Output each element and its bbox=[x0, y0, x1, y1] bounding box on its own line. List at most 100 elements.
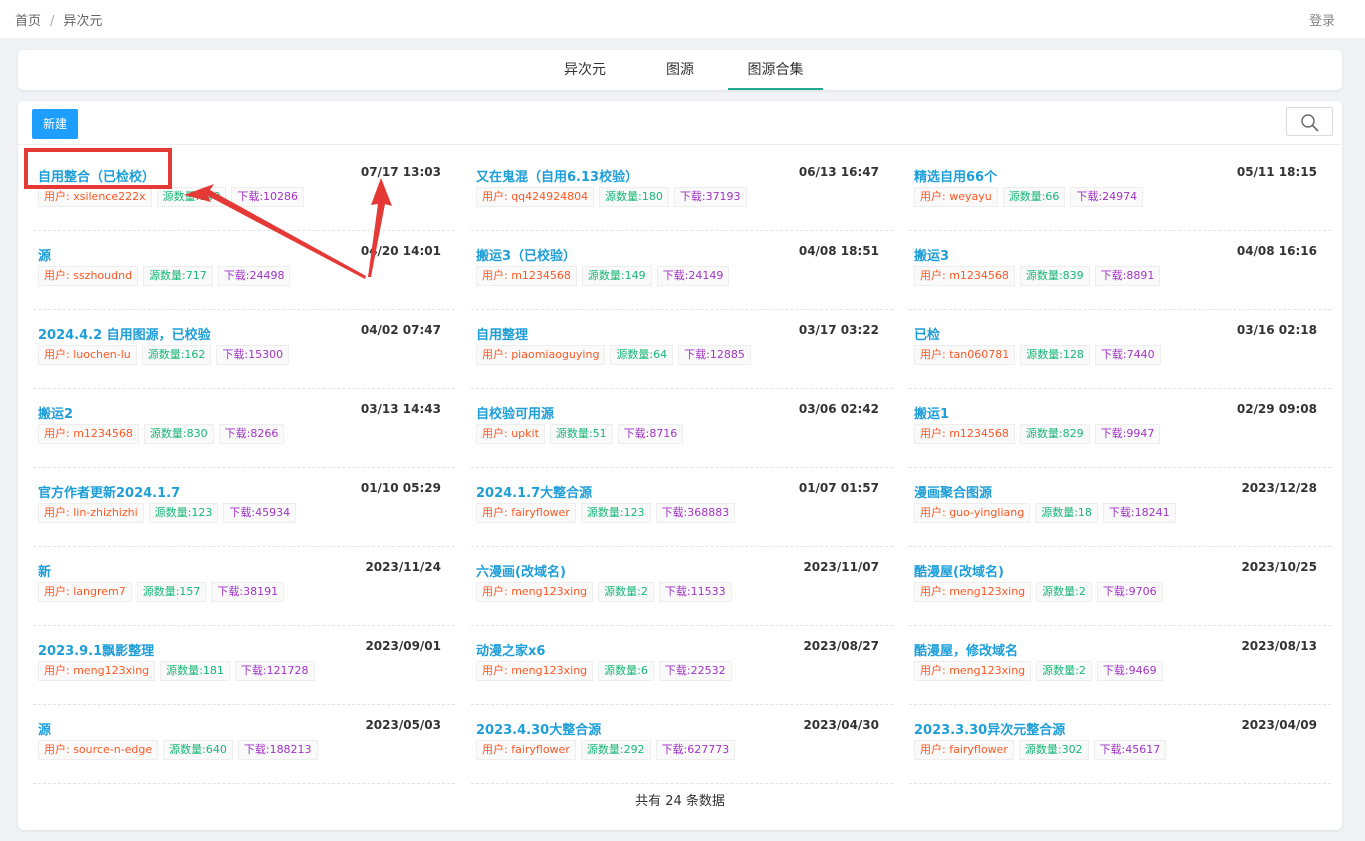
download-count-tag: 下载:8716 bbox=[617, 424, 684, 444]
divider bbox=[18, 144, 1342, 145]
item-tags: 用户: meng123xing 源数量:181 下载:121728 bbox=[38, 661, 315, 681]
source-count-tag: 源数量:157 bbox=[136, 582, 207, 602]
item-title-link[interactable]: 源 bbox=[38, 719, 51, 738]
item-title-link[interactable]: 酷漫屋，修改域名 bbox=[914, 640, 1018, 659]
user-tag: 用户: fairyflower bbox=[476, 740, 576, 760]
item-title-link[interactable]: 2024.4.2 自用图源，已校验 bbox=[38, 324, 211, 343]
collection-panel: 新建 自用整合（已检校） 07/17 13:03 用户: xsilence222x 源… bbox=[18, 101, 1342, 830]
download-count-tag: 下载:24974 bbox=[1070, 187, 1144, 207]
item-tags: 用户: m1234568 源数量:830 下载:8266 bbox=[38, 424, 285, 444]
download-count-tag: 下载:24498 bbox=[217, 266, 291, 286]
item-time: 02/29 09:08 bbox=[1236, 402, 1317, 416]
list-item: 自用整合（已检校） 07/17 13:03 用户: xsilence222x 源数量:… bbox=[33, 152, 455, 231]
download-count-tag: 下载:24149 bbox=[656, 266, 730, 286]
download-count-tag: 下载:9469 bbox=[1096, 661, 1163, 681]
item-title-link[interactable]: 精选自用66个 bbox=[914, 166, 997, 185]
item-title-link[interactable]: 源 bbox=[38, 245, 51, 264]
source-count-tag: 源数量:717 bbox=[143, 266, 213, 286]
user-tag: 用户: piaomiaoguying bbox=[476, 345, 606, 365]
item-time: 2023/09/01 bbox=[365, 639, 441, 653]
source-count-tag: 源数量:64 bbox=[610, 345, 674, 365]
breadcrumb-current: 异次元 bbox=[63, 14, 103, 29]
item-tags: 用户: m1234568 源数量:149 下载:24149 bbox=[476, 266, 730, 286]
item-title-link[interactable]: 新 bbox=[38, 561, 51, 580]
item-title-link[interactable]: 动漫之家x6 bbox=[476, 640, 545, 659]
list-item: 自用整理 03/17 03:22 用户: piaomiaoguying 源数量:64 下… bbox=[471, 310, 893, 389]
download-count-tag: 下载:45617 bbox=[1093, 740, 1167, 760]
item-title-link[interactable]: 漫画聚合图源 bbox=[914, 482, 992, 501]
download-count-tag: 下载:38191 bbox=[211, 582, 285, 602]
list-item: 搬运2 03/13 14:43 用户: m1234568 源数量:830 下载:8266 bbox=[33, 389, 455, 468]
item-time: 03/13 14:43 bbox=[360, 402, 441, 416]
item-title-link[interactable]: 2023.3.30异次元整合源 bbox=[914, 719, 1065, 738]
login-link[interactable]: 登录 bbox=[1309, 10, 1335, 29]
download-count-tag: 下载:8266 bbox=[218, 424, 285, 444]
item-title-link[interactable]: 已检 bbox=[914, 324, 940, 343]
user-tag: 用户: meng123xing bbox=[914, 582, 1032, 602]
download-count-tag: 下载:188213 bbox=[237, 740, 318, 760]
source-count-tag: 源数量:6 bbox=[598, 661, 654, 681]
item-time: 2023/11/24 bbox=[365, 560, 441, 574]
source-count-tag: 源数量:2 bbox=[598, 582, 654, 602]
user-tag: 用户: fairyflower bbox=[914, 740, 1014, 760]
item-tags: 用户: weyayu 源数量:66 下载:24974 bbox=[914, 187, 1144, 207]
list-item: 搬运3（已校验） 04/08 18:51 用户: m1234568 源数量:149 下载… bbox=[471, 231, 893, 310]
source-count-tag: 源数量:149 bbox=[581, 266, 652, 286]
item-time: 2023/08/27 bbox=[803, 639, 879, 653]
item-tags: 用户: tan060781 源数量:128 下载:7440 bbox=[914, 345, 1161, 365]
item-title-link[interactable]: 自用整理 bbox=[476, 324, 528, 343]
item-title-link[interactable]: 搬运2 bbox=[38, 403, 73, 422]
source-count-tag: 源数量:128 bbox=[1020, 345, 1090, 365]
item-time: 04/08 16:16 bbox=[1236, 244, 1317, 258]
search-button[interactable] bbox=[1286, 107, 1333, 136]
item-title-link[interactable]: 官方作者更新2024.1.7 bbox=[38, 482, 180, 501]
list-item: 自校验可用源 03/06 02:42 用户: upkit 源数量:51 下载:8716 bbox=[471, 389, 893, 468]
tab-yiciyuan[interactable]: 异次元 bbox=[553, 50, 617, 90]
user-tag: 用户: m1234568 bbox=[914, 424, 1015, 444]
item-title-link[interactable]: 搬运3（已校验） bbox=[476, 245, 576, 264]
source-count-tag: 源数量:839 bbox=[1019, 266, 1090, 286]
source-count-tag: 源数量:640 bbox=[163, 740, 233, 760]
item-title-link[interactable]: 2023.4.30大整合源 bbox=[476, 719, 601, 738]
item-title-link[interactable]: 又在鬼混（自用6.13校验） bbox=[476, 166, 638, 185]
download-count-tag: 下载:18241 bbox=[1102, 503, 1176, 523]
item-tags: 用户: m1234568 源数量:839 下载:8891 bbox=[914, 266, 1161, 286]
breadcrumb: 首页 / 异次元 bbox=[15, 10, 102, 29]
item-title-link[interactable]: 酷漫屋(改域名) bbox=[914, 561, 1004, 580]
list-item: 又在鬼混（自用6.13校验） 06/13 16:47 用户: qq424924804… bbox=[471, 152, 893, 231]
tab-tuyuan[interactable]: 图源 bbox=[648, 50, 712, 90]
new-button[interactable]: 新建 bbox=[32, 109, 78, 139]
source-count-tag: 源数量:829 bbox=[1019, 424, 1090, 444]
item-title-link[interactable]: 自校验可用源 bbox=[476, 403, 554, 422]
source-count-tag: 源数量:123 bbox=[148, 503, 219, 523]
source-count-tag: 源数量:830 bbox=[143, 424, 214, 444]
item-tags: 用户: meng123xing 源数量:2 下载:9469 bbox=[914, 661, 1163, 681]
list-item: 2023.4.30大整合源 2023/04/30 用户: fairyflower 源数… bbox=[471, 705, 893, 784]
breadcrumb-home[interactable]: 首页 bbox=[15, 14, 41, 29]
item-time: 2023/04/09 bbox=[1241, 718, 1317, 732]
item-title-link[interactable]: 搬运1 bbox=[914, 403, 949, 422]
user-tag: 用户: guo-yingliang bbox=[914, 503, 1031, 523]
list-item: 六漫画(改域名) 2023/11/07 用户: meng123xing 源数量:2 下载… bbox=[471, 547, 893, 626]
item-title-link[interactable]: 六漫画(改域名) bbox=[476, 561, 566, 580]
download-count-tag: 下载:9706 bbox=[1096, 582, 1163, 602]
item-tags: 用户: piaomiaoguying 源数量:64 下载:12885 bbox=[476, 345, 751, 365]
item-title-link[interactable]: 搬运3 bbox=[914, 245, 949, 264]
item-time: 07/17 13:03 bbox=[360, 165, 441, 179]
source-count-tag: 源数量:180 bbox=[599, 187, 669, 207]
item-tags: 用户: xsilence222x 源数量:140 下载:10286 bbox=[38, 187, 305, 207]
search-icon bbox=[1301, 114, 1319, 132]
item-title-link[interactable]: 2023.9.1飘影整理 bbox=[38, 640, 154, 659]
list-item: 漫画聚合图源 2023/12/28 用户: guo-yingliang 源数量:18 下… bbox=[909, 468, 1331, 547]
item-title-link[interactable]: 自用整合（已检校） bbox=[38, 166, 155, 185]
user-tag: 用户: xsilence222x bbox=[38, 187, 152, 207]
item-tags: 用户: qq424924804 源数量:180 下载:37193 bbox=[476, 187, 747, 207]
tab-tuyuan-heji[interactable]: 图源合集 bbox=[728, 50, 823, 90]
item-time: 03/06 02:42 bbox=[798, 402, 879, 416]
source-count-tag: 源数量:181 bbox=[160, 661, 230, 681]
item-time: 04/20 14:01 bbox=[360, 244, 441, 258]
list-item: 新 2023/11/24 用户: langrem7 源数量:157 下载:38191 bbox=[33, 547, 455, 626]
item-tags: 用户: fairyflower 源数量:302 下载:45617 bbox=[914, 740, 1167, 760]
item-tags: 用户: meng123xing 源数量:2 下载:11533 bbox=[476, 582, 732, 602]
item-title-link[interactable]: 2024.1.7大整合源 bbox=[476, 482, 592, 501]
